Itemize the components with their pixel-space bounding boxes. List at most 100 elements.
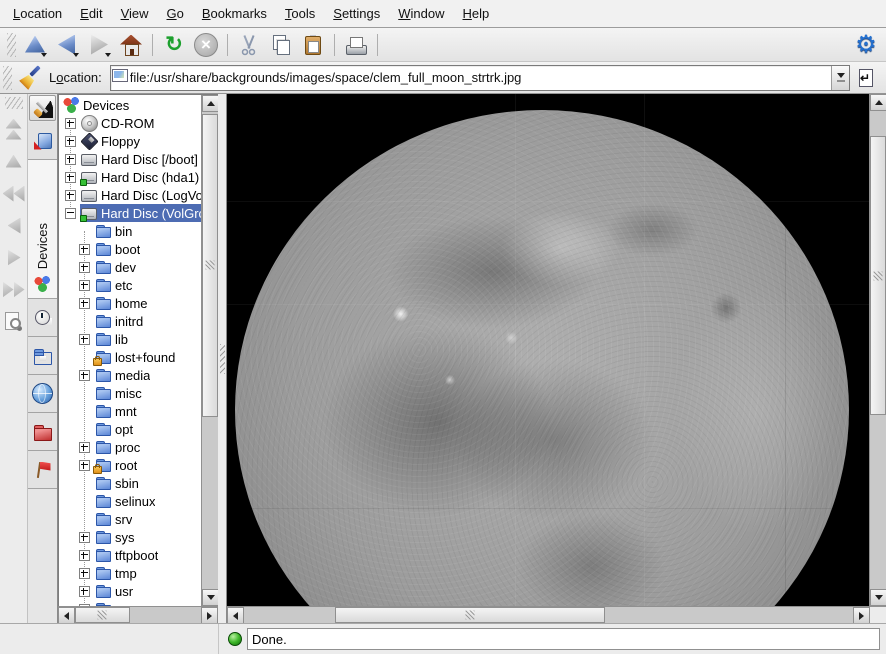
tree-item-srv[interactable]: srv [59,510,201,528]
konqueror-gear-button[interactable] [850,30,882,60]
menu-view[interactable]: View [112,0,158,27]
menu-window[interactable]: Window [389,0,453,27]
tree-item-hard-disc-hda1[interactable]: Hard Disc (hda1) [/ [59,168,201,186]
tree-item-boot[interactable]: boot [59,240,201,258]
expander-plus-icon[interactable] [65,136,76,147]
panel-splitter[interactable] [218,94,226,623]
viewer-vertical-scrollbar[interactable] [869,94,886,606]
sidebar-tab-bookmarks[interactable] [28,122,57,160]
tree-item-tmp[interactable]: tmp [59,564,201,582]
location-toolbar-drag-handle[interactable] [3,66,12,90]
tree-item-misc[interactable]: misc [59,384,201,402]
tree-scroll-left-button[interactable] [58,607,75,624]
viewer-scrollbar-thumb[interactable] [870,136,886,415]
menu-tools[interactable]: Tools [276,0,324,27]
paste-button[interactable] [297,30,329,60]
expander-plus-icon[interactable] [79,442,90,453]
tree-horizontal-scrollbar[interactable] [58,606,218,623]
location-combobox[interactable] [110,65,850,91]
tree-item-hard-disc-boot[interactable]: Hard Disc [/boot] [59,150,201,168]
expander-plus-icon[interactable] [79,568,90,579]
tree-item-hard-disc-logvol0[interactable]: Hard Disc (LogVol0 [59,186,201,204]
tree-item-proc[interactable]: proc [59,438,201,456]
navstrip-drag-handle[interactable] [5,97,23,109]
expander-minus-icon[interactable] [65,208,76,219]
viewer-scroll-left-button[interactable] [227,607,244,624]
up-arrow-button[interactable] [19,30,51,60]
tree-item-hard-disc-volgrou[interactable]: Hard Disc (VolGrou [59,204,201,222]
expander-plus-icon[interactable] [65,172,76,183]
tree-item-bin[interactable]: bin [59,222,201,240]
tree-item-dev[interactable]: dev [59,258,201,276]
tree-item-lib[interactable]: lib [59,330,201,348]
sidebar-tab-home-folder[interactable] [28,337,57,375]
splitter-grip[interactable] [220,344,225,374]
menu-help[interactable]: Help [454,0,499,27]
tree-item-var[interactable]: var [59,600,201,606]
tree-item-usr[interactable]: usr [59,582,201,600]
reload-button[interactable] [158,30,190,60]
expander-plus-icon[interactable] [79,532,90,543]
tree-item-tftpboot[interactable]: tftpboot [59,546,201,564]
tree-vertical-scrollbar[interactable] [201,95,218,606]
expander-plus-icon[interactable] [79,604,90,607]
expander-plus-icon[interactable] [79,334,90,345]
viewer-scroll-down-button[interactable] [870,589,886,606]
tree-scrollbar-thumb[interactable] [202,114,218,417]
copy-button[interactable] [265,30,297,60]
tree-item-opt[interactable]: opt [59,420,201,438]
tree-scroll-down-button[interactable] [202,589,219,606]
tree-item-cd-rom[interactable]: CD-ROM [59,114,201,132]
menu-location[interactable]: Location [4,0,71,27]
print-button[interactable] [340,30,372,60]
back-arrow-button[interactable] [51,30,83,60]
location-dropdown-button[interactable] [831,66,849,90]
clear-location-button[interactable] [17,64,45,92]
viewer-hscrollbar-thumb[interactable] [335,607,605,623]
go-button[interactable] [852,64,880,92]
location-input[interactable] [128,68,831,88]
sidebar-tab-network[interactable] [28,375,57,413]
tree-scroll-up-button[interactable] [202,95,219,112]
expander-plus-icon[interactable] [79,280,90,291]
menu-settings[interactable]: Settings [324,0,389,27]
tree-item-etc[interactable]: etc [59,276,201,294]
menu-edit[interactable]: Edit [71,0,111,27]
tree-hscrollbar-track[interactable] [75,607,201,623]
tree-item-home[interactable]: home [59,294,201,312]
tree-scroll-right-button[interactable] [201,607,218,624]
menu-bookmarks[interactable]: Bookmarks [193,0,276,27]
menu-go[interactable]: Go [158,0,193,27]
tree-item-root[interactable]: root [59,456,201,474]
expander-plus-icon[interactable] [79,370,90,381]
tree-hscrollbar-thumb[interactable] [75,607,130,623]
sidebar-tab-configure[interactable] [29,95,56,121]
expander-plus-icon[interactable] [79,244,90,255]
sidebar-tab-devices[interactable]: Devices [28,160,57,299]
viewer-scroll-right-button[interactable] [853,607,870,624]
tree-item-devices[interactable]: Devices [59,96,201,114]
viewer-horizontal-scrollbar[interactable] [227,606,870,623]
viewer-scroll-up-button[interactable] [870,94,886,111]
expander-plus-icon[interactable] [79,262,90,273]
sidebar-tab-root-folder[interactable] [28,413,57,451]
expander-plus-icon[interactable] [79,298,90,309]
expander-plus-icon[interactable] [65,118,76,129]
tree-scrollbar-track[interactable] [202,112,218,589]
expander-plus-icon[interactable] [65,154,76,165]
expander-plus-icon[interactable] [79,550,90,561]
home-button[interactable] [115,30,147,60]
tree-item-floppy[interactable]: Floppy [59,132,201,150]
sidebar-tab-history[interactable] [28,299,57,337]
tree-item-sys[interactable]: sys [59,528,201,546]
tree-item-sbin[interactable]: sbin [59,474,201,492]
tree-item-media[interactable]: media [59,366,201,384]
viewer-scrollbar-track[interactable] [870,111,886,589]
tree-item-mnt[interactable]: mnt [59,402,201,420]
viewer-hscrollbar-track[interactable] [244,607,853,623]
tree-item-initrd[interactable]: initrd [59,312,201,330]
tree-item-lost-found[interactable]: lost+found [59,348,201,366]
tree-item-selinux[interactable]: selinux [59,492,201,510]
sidebar-tab-services[interactable] [28,451,57,489]
expander-plus-icon[interactable] [65,190,76,201]
